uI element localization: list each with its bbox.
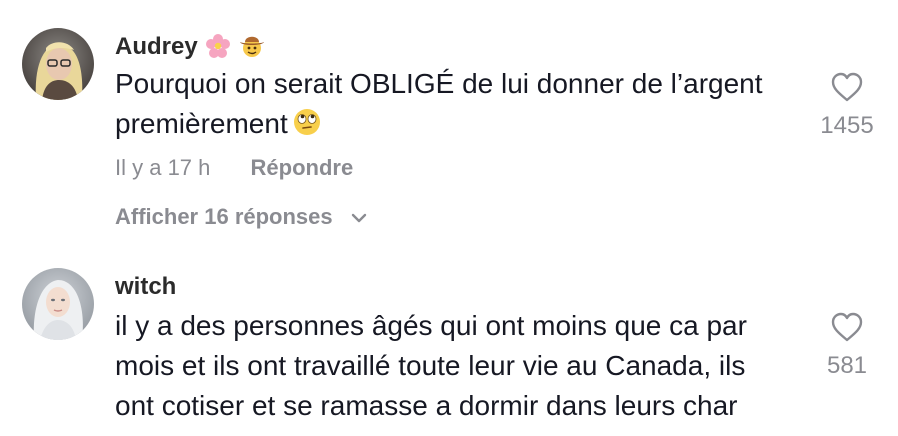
view-replies-button[interactable]: Afficher 16 réponses: [115, 202, 367, 231]
view-replies-label: Afficher 16 réponses: [115, 204, 333, 229]
comment-text-line: ont cotiser et se ramasse a dormir dans …: [115, 390, 738, 421]
heart-outline-icon[interactable]: [830, 72, 864, 109]
chevron-down-icon: [351, 202, 367, 230]
comment-text: il y a des personnes âgés qui ont moins …: [115, 306, 747, 426]
username[interactable]: witch: [115, 272, 176, 302]
cowboy-face-emoji: [239, 32, 265, 66]
like-control: 1455: [802, 72, 892, 141]
cherry-blossom-emoji: [206, 34, 231, 66]
avatar[interactable]: [22, 268, 94, 340]
username[interactable]: Audrey: [115, 32, 265, 66]
like-count: 1455: [820, 112, 874, 139]
comment-text-line-with-emoji: premièrement: [115, 104, 763, 148]
face-with-rolling-eyes-emoji: [292, 107, 322, 148]
comment-text: Pourquoi on serait OBLIGÉ de lui donner …: [115, 64, 763, 148]
next-row-cutoff: [118, 430, 348, 436]
comment-text-line: Pourquoi on serait OBLIGÉ de lui donner …: [115, 68, 763, 99]
comment-item: Audrey Pourquoi on serait OBLIGÉ de lui …: [0, 0, 898, 240]
comment-text-line: mois et ils ont travaillé toute leur vie…: [115, 350, 746, 381]
username-text: Audrey: [115, 33, 198, 60]
reply-button[interactable]: Répondre: [251, 155, 354, 180]
like-control: 581: [802, 312, 892, 381]
heart-outline-icon[interactable]: [830, 312, 864, 349]
like-count: 581: [826, 352, 868, 379]
comment-text-line: il y a des personnes âgés qui ont moins …: [115, 310, 747, 341]
comment-text-line: premièrement: [115, 108, 288, 139]
timestamp: Il y a 17 h: [115, 155, 211, 180]
avatar[interactable]: [22, 28, 94, 100]
comment-item: witch il y a des personnes âgés qui ont …: [0, 262, 898, 436]
comment-meta: Il y a 17 h Répondre: [115, 154, 353, 182]
username-text: witch: [115, 273, 177, 300]
